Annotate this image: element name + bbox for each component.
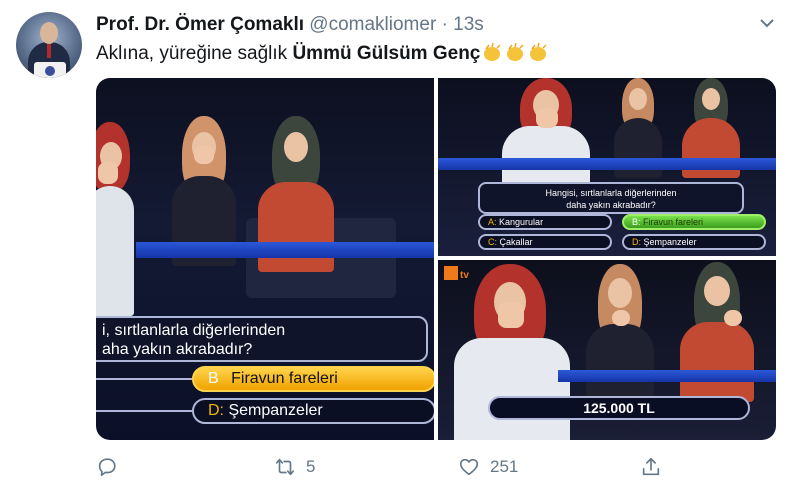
tweet-card[interactable]: Prof. Dr. Ömer Çomaklı @comakliomer · 13… bbox=[0, 0, 800, 494]
tweet-text-prefix: Aklına, yüreğine sağlık bbox=[96, 43, 293, 64]
channel-logo: tv bbox=[444, 266, 469, 281]
avatar-tie-shape bbox=[47, 44, 51, 58]
share-icon bbox=[642, 457, 660, 476]
tweet-timestamp[interactable]: 13s bbox=[453, 14, 484, 35]
question-line-2: aha yakın akrabadır? bbox=[102, 341, 253, 358]
prize-amount-box: 125.000 TL bbox=[488, 396, 750, 420]
retweet-button[interactable]: 5 bbox=[274, 456, 315, 478]
answer-b-selected: B Firavun fareleri bbox=[192, 366, 434, 392]
author-avatar[interactable] bbox=[16, 12, 82, 78]
question-line-1: i, sırtlanlarla diğerlerinden bbox=[102, 322, 286, 339]
separator-dot: · bbox=[441, 14, 448, 35]
media-photo-3[interactable]: tv 125.000 TL bbox=[438, 260, 776, 440]
tweet-text: Aklına, yüreğine sağlık Ümmü Gülsüm Genç bbox=[96, 42, 549, 66]
channel-logo-text: tv bbox=[460, 270, 469, 281]
answer-d-text: Şempanzeler bbox=[643, 237, 697, 247]
tweet-header: Prof. Dr. Ömer Çomaklı @comakliomer · 13… bbox=[96, 14, 484, 36]
tweet-text-mention: Ümmü Gülsüm Genç bbox=[292, 43, 481, 64]
avatar-seal-shape bbox=[45, 66, 55, 76]
answer-b-text: Firavun fareleri bbox=[231, 370, 338, 387]
avatar-head-shape bbox=[40, 22, 58, 44]
author-name[interactable]: Prof. Dr. Ömer Çomaklı bbox=[96, 14, 304, 35]
answer-d-key: D: bbox=[632, 237, 641, 247]
answer-connector bbox=[96, 410, 192, 412]
share-button[interactable] bbox=[640, 456, 662, 478]
answer-b-text: Firavun fareleri bbox=[643, 217, 704, 227]
like-count: 251 bbox=[490, 457, 519, 476]
answer-b-key: B: bbox=[632, 217, 641, 227]
reply-icon bbox=[98, 458, 116, 477]
question-box: Hangisi, sırtlanlarla diğerlerinden daha… bbox=[478, 182, 744, 214]
media-photo-1[interactable]: i, sırtlanlarla diğerlerinden aha yakın … bbox=[96, 78, 434, 440]
retweet-count: 5 bbox=[306, 457, 316, 476]
tweet-media-grid: i, sırtlanlarla diğerlerinden aha yakın … bbox=[96, 78, 776, 440]
like-button[interactable]: 251 bbox=[458, 456, 518, 478]
question-line-1: Hangisi, sırtlanlarla diğerlerinden bbox=[545, 188, 677, 198]
clapping-hands-icon bbox=[530, 43, 547, 61]
answer-c: C: Çakallar bbox=[478, 234, 612, 250]
answer-b-correct: B: Firavun fareleri bbox=[622, 214, 766, 230]
answer-c-key: C: bbox=[488, 237, 497, 247]
reply-button[interactable] bbox=[96, 456, 128, 478]
answer-a-key: A: bbox=[488, 217, 497, 227]
answer-connector bbox=[96, 378, 192, 380]
prize-amount: 125.000 TL bbox=[583, 400, 655, 416]
retweet-icon bbox=[275, 458, 295, 476]
answer-d-text: Şempanzeler bbox=[228, 402, 323, 419]
question-box: i, sırtlanlarla diğerlerinden aha yakın … bbox=[96, 316, 428, 362]
chevron-down-icon[interactable] bbox=[758, 16, 776, 30]
answer-d-key: D: bbox=[208, 402, 224, 419]
stage-light-bar bbox=[438, 158, 776, 170]
media-photo-2[interactable]: Hangisi, sırtlanlarla diğerlerinden daha… bbox=[438, 78, 776, 256]
answer-c-text: Çakallar bbox=[499, 237, 533, 247]
answer-d: D: Şempanzeler bbox=[622, 234, 766, 250]
tweet-actions: 5 251 bbox=[96, 456, 776, 480]
clapping-hands-icon bbox=[484, 43, 501, 61]
question-line-2: daha yakın akrabadır? bbox=[566, 200, 656, 210]
stage-light-bar bbox=[558, 370, 776, 382]
heart-icon bbox=[459, 458, 479, 476]
clapping-hands-icon bbox=[507, 43, 524, 61]
channel-logo-mark bbox=[444, 266, 458, 280]
answer-a: A: Kangurular bbox=[478, 214, 612, 230]
answer-b-key: B bbox=[208, 370, 219, 387]
stage-light-bar bbox=[136, 242, 434, 258]
author-handle[interactable]: @comakliomer bbox=[309, 14, 436, 35]
answer-d: D: Şempanzeler bbox=[192, 398, 434, 424]
answer-a-text: Kangurular bbox=[499, 217, 544, 227]
